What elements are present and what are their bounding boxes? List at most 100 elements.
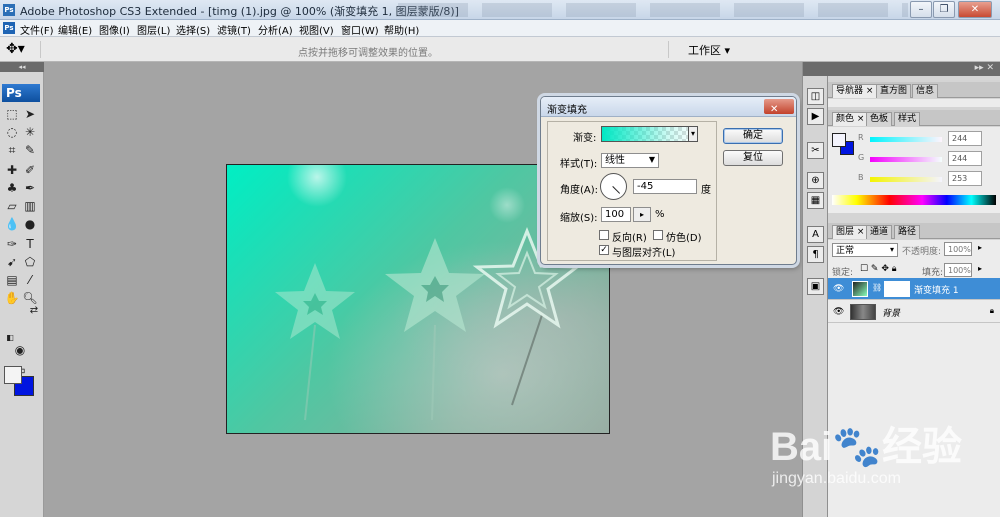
path-selection-icon[interactable]: ➹ bbox=[4, 254, 20, 270]
dodge-tool-icon[interactable]: ● bbox=[22, 216, 38, 232]
tab-color[interactable]: 颜色 × bbox=[832, 112, 869, 126]
lock-icons[interactable]: ☐ ✎ ✥ 🔒︎ bbox=[860, 264, 897, 274]
angle-dial[interactable] bbox=[600, 173, 627, 200]
layer-name: 背景 bbox=[882, 309, 901, 319]
eye-icon[interactable]: 👁︎ bbox=[833, 307, 844, 317]
panel-grip[interactable]: ◂◂ bbox=[0, 62, 44, 72]
gradient-tool-icon[interactable]: ▥ bbox=[22, 198, 38, 214]
dither-checkbox[interactable] bbox=[653, 230, 663, 240]
fill-label: 填充: bbox=[922, 268, 944, 278]
gradient-preview-picker[interactable] bbox=[601, 126, 697, 142]
menu-edit[interactable]: 编辑(E) bbox=[58, 22, 92, 37]
marquee-tool-icon[interactable]: ⬚ bbox=[4, 106, 20, 122]
move-tool-icon[interactable]: ✥▾ bbox=[6, 41, 25, 57]
scale-input[interactable]: 100 bbox=[601, 207, 631, 222]
hand-tool-icon[interactable]: ✋ bbox=[4, 290, 20, 306]
history-panel-icon[interactable]: ◫ bbox=[807, 88, 824, 105]
opacity-input[interactable]: 100% bbox=[944, 242, 972, 256]
chevron-right-icon[interactable]: ▸ bbox=[978, 264, 982, 273]
brushes-panel-icon[interactable]: ⊕ bbox=[807, 172, 824, 189]
quick-mask-icon[interactable]: ◉ bbox=[12, 342, 28, 358]
navigator-tabs: 导航器 × 直方图 信息 bbox=[828, 82, 1000, 98]
color-panel: R 244 G 244 B 253 bbox=[828, 127, 1000, 213]
move-tool-icon[interactable]: ➤ bbox=[22, 106, 38, 122]
chevron-right-icon[interactable]: ▸ bbox=[978, 243, 982, 252]
reverse-label: 反向(R) bbox=[612, 233, 647, 244]
menu-filter[interactable]: 滤镜(T) bbox=[217, 22, 251, 37]
crop-tool-icon[interactable]: ⌗ bbox=[4, 142, 20, 158]
type-tool-icon[interactable]: T bbox=[22, 236, 38, 252]
lasso-tool-icon[interactable]: ◌ bbox=[4, 124, 20, 140]
workspace-menu[interactable]: 工作区 ▾ bbox=[688, 42, 730, 58]
clone-stamp-icon[interactable]: ♣ bbox=[4, 180, 20, 196]
tab-navigator[interactable]: 导航器 × bbox=[832, 84, 878, 98]
dialog-close-button[interactable]: ✕ bbox=[764, 99, 794, 115]
restore-button[interactable]: ❐ bbox=[933, 1, 955, 18]
menu-select[interactable]: 选择(S) bbox=[176, 22, 210, 37]
healing-brush-icon[interactable]: ✚ bbox=[4, 162, 20, 178]
ok-button[interactable]: 确定 bbox=[723, 128, 783, 144]
panel-foreground-swatch[interactable] bbox=[832, 133, 846, 147]
slice-tool-icon[interactable]: ✎ bbox=[22, 142, 38, 158]
baidu-watermark: Bai🐾经验 jingyan.baidu.com bbox=[762, 412, 992, 502]
gradient-fill-dialog: 渐变填充 ✕ 渐变: ▾ 样式(T): 线性 ▼ 角度(A): -45 度 缩放… bbox=[540, 96, 797, 265]
tab-paths[interactable]: 路径 bbox=[894, 225, 921, 239]
tool-presets-icon[interactable]: ✂ bbox=[807, 142, 824, 159]
tab-layers[interactable]: 图层 × bbox=[832, 225, 869, 239]
menu-window[interactable]: 窗口(W) bbox=[341, 22, 379, 37]
channel-r-value[interactable]: 244 bbox=[948, 131, 982, 146]
character-panel-icon[interactable]: A bbox=[807, 226, 824, 243]
layer-row-gradient-fill[interactable]: 👁︎ ⛓ 渐变填充 1 bbox=[828, 278, 1000, 300]
gradient-dropdown-arrow[interactable]: ▾ bbox=[688, 126, 698, 142]
layer-row-background[interactable]: 👁︎ 背景 🔒︎ bbox=[828, 301, 1000, 323]
watermark-brand: Bai🐾经验 bbox=[770, 425, 963, 469]
actions-panel-icon[interactable]: ▶ bbox=[807, 108, 824, 125]
color-spectrum-bar[interactable] bbox=[832, 195, 996, 205]
menu-layer[interactable]: 图层(L) bbox=[137, 22, 170, 37]
clone-source-icon[interactable]: ▦ bbox=[807, 192, 824, 209]
tab-styles[interactable]: 样式 bbox=[894, 112, 921, 126]
blend-mode-select[interactable]: 正常 ▾ bbox=[832, 243, 898, 257]
eyedropper-icon[interactable]: ⁄ bbox=[22, 272, 38, 288]
notes-tool-icon[interactable]: ▤ bbox=[4, 272, 20, 288]
blue-slider[interactable]: B 253 bbox=[856, 171, 1000, 189]
shape-tool-icon[interactable]: ⬠ bbox=[22, 254, 38, 270]
reset-button[interactable]: 复位 bbox=[723, 150, 783, 166]
tab-info[interactable]: 信息 bbox=[912, 84, 939, 98]
angle-input[interactable]: -45 bbox=[633, 179, 697, 194]
panel-grip[interactable] bbox=[803, 62, 829, 76]
channel-g-value[interactable]: 244 bbox=[948, 151, 982, 166]
menu-view[interactable]: 视图(V) bbox=[299, 22, 334, 37]
fill-input[interactable]: 100% bbox=[944, 263, 972, 277]
blur-tool-icon[interactable]: 💧 bbox=[4, 216, 20, 232]
menu-image[interactable]: 图像(I) bbox=[99, 22, 130, 37]
layer-comps-icon[interactable]: ▣ bbox=[807, 278, 824, 295]
eye-icon[interactable]: 👁︎ bbox=[833, 284, 844, 294]
menu-help[interactable]: 帮助(H) bbox=[384, 22, 419, 37]
dialog-title-bar[interactable]: 渐变填充 ✕ bbox=[541, 97, 796, 117]
pen-tool-icon[interactable]: ✑ bbox=[4, 236, 20, 252]
channel-b-value[interactable]: 253 bbox=[948, 171, 982, 186]
tab-channels[interactable]: 通道 bbox=[866, 225, 893, 239]
tab-swatches[interactable]: 色板 bbox=[866, 112, 893, 126]
minimize-button[interactable]: – bbox=[910, 1, 932, 18]
paragraph-panel-icon[interactable]: ¶ bbox=[807, 246, 824, 263]
panel-grip[interactable]: ▸▸ ✕ bbox=[828, 62, 1000, 76]
tab-histogram[interactable]: 直方图 bbox=[876, 84, 912, 98]
scale-slider-button[interactable]: ▸ bbox=[633, 207, 651, 222]
style-select[interactable]: 线性 ▼ bbox=[601, 153, 659, 168]
swap-colors-icon[interactable]: ⇄ bbox=[26, 303, 42, 319]
magic-wand-icon[interactable]: ✳ bbox=[22, 124, 38, 140]
red-slider[interactable]: R 244 bbox=[856, 131, 1000, 149]
menu-file[interactable]: 文件(F) bbox=[20, 22, 54, 37]
history-brush-icon[interactable]: ✒ bbox=[22, 180, 38, 196]
green-slider[interactable]: G 244 bbox=[856, 151, 1000, 169]
eraser-tool-icon[interactable]: ▱ bbox=[4, 198, 20, 214]
brush-tool-icon[interactable]: ✐ bbox=[22, 162, 38, 178]
watermark-url: jingyan.baidu.com bbox=[772, 470, 901, 487]
close-button[interactable]: ✕ bbox=[958, 1, 992, 18]
foreground-color-swatch[interactable] bbox=[4, 366, 22, 384]
menu-analysis[interactable]: 分析(A) bbox=[258, 22, 293, 37]
align-with-layer-checkbox[interactable]: ✓ bbox=[599, 245, 609, 255]
reverse-checkbox[interactable] bbox=[599, 230, 609, 240]
